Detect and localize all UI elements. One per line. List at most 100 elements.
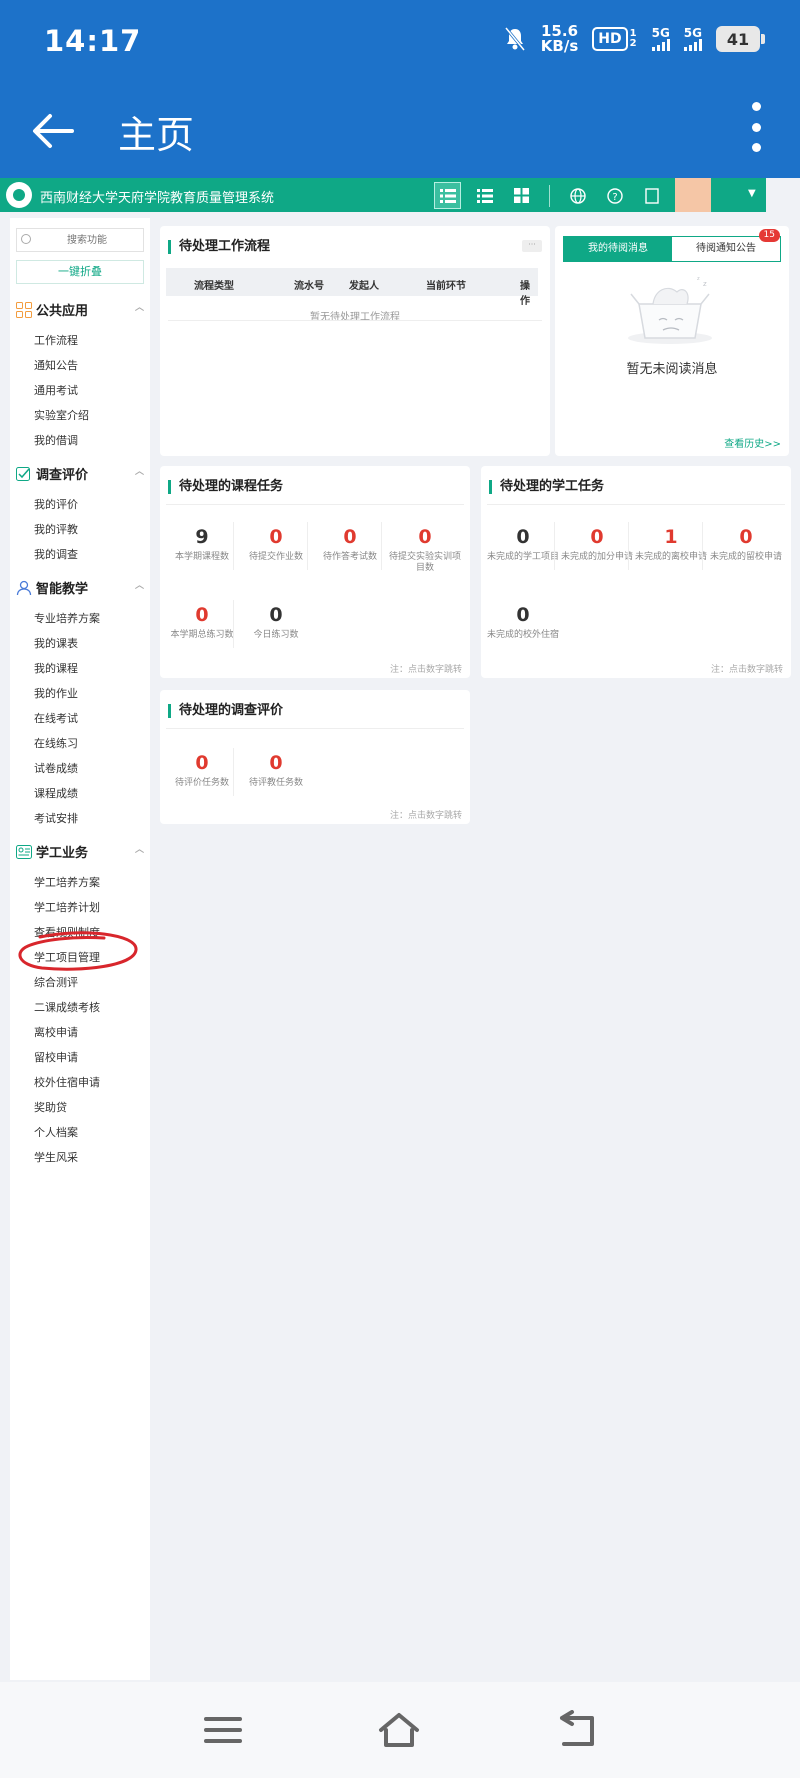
sidebar-item-stay-school[interactable]: 留校申请 xyxy=(34,1049,78,1065)
stat-label: 待评教任务数 xyxy=(248,778,303,788)
stat-value[interactable]: 0 xyxy=(240,526,312,548)
stat-value[interactable]: 0 xyxy=(240,752,312,774)
grid-view-icon[interactable] xyxy=(508,182,535,209)
sidebar-item-student-showcase[interactable]: 学生风采 xyxy=(34,1149,78,1165)
stat-semester-practice[interactable]: 0 本学期总练习数 xyxy=(166,604,238,641)
sidebar-item-sa-training-schedule[interactable]: 学工培养计划 xyxy=(34,899,100,915)
stat-label: 本学期课程数 xyxy=(174,552,229,562)
chevron-up-icon: ︿ xyxy=(134,467,144,477)
stat-separator xyxy=(702,522,703,570)
stat-value[interactable]: 0 xyxy=(240,604,312,626)
stat-value[interactable]: 0 xyxy=(166,604,238,626)
sidebar-group-smart-teaching[interactable]: 智能教学 ︿ xyxy=(16,578,150,597)
search-icon xyxy=(21,234,31,244)
document-icon[interactable] xyxy=(638,182,665,209)
stat-value[interactable]: 0 xyxy=(166,752,238,774)
sidebar-item-my-survey[interactable]: 我的调查 xyxy=(34,546,78,562)
stat-value[interactable]: 0 xyxy=(487,604,559,626)
stat-pending-lab-projects[interactable]: 0 待提交实验实训项目数 xyxy=(389,526,461,574)
sidebar-group-student-affairs[interactable]: 学工业务 ︿ xyxy=(16,842,150,861)
stat-value[interactable]: 0 xyxy=(710,526,782,548)
sidebar-item-major-plan[interactable]: 专业培养方案 xyxy=(34,610,100,626)
sidebar-item-workflow[interactable]: 工作流程 xyxy=(34,332,78,348)
sidebar-item-my-teaching-eval[interactable]: 我的评教 xyxy=(34,521,78,537)
stat-unfinished-projects[interactable]: 0 未完成的学工项目 xyxy=(487,526,559,563)
system-title: 西南财经大学天府学院教育质量管理系统 xyxy=(40,191,275,206)
tab-my-messages[interactable]: 我的待阅消息 xyxy=(564,237,672,261)
stat-value[interactable]: 9 xyxy=(166,526,238,548)
sidebar-item-general-exam[interactable]: 通用考试 xyxy=(34,382,78,398)
signal-sim2-icon: 5G xyxy=(683,27,702,51)
menu-icon[interactable] xyxy=(202,1710,244,1750)
sidebar-item-notices[interactable]: 通知公告 xyxy=(34,357,78,373)
more-menu-icon[interactable] xyxy=(748,102,764,152)
stat-pending-teaching-evals[interactable]: 0 待评教任务数 xyxy=(240,752,312,789)
stat-unfinished-leave[interactable]: 1 未完成的离校申请 xyxy=(635,526,707,563)
stat-unfinished-bonus[interactable]: 0 未完成的加分申请 xyxy=(561,526,633,563)
course-tasks-card: 待处理的课程任务 9 本学期课程数 0 待提交作业数 0 待作答考试数 0 待提… xyxy=(160,466,470,678)
chevron-up-icon: ︿ xyxy=(134,845,144,855)
status-bar: 14:17 15.6 KB/s HD 1 2 5G 5G 41 xyxy=(0,0,800,88)
sidebar-item-my-timetable[interactable]: 我的课表 xyxy=(34,635,78,651)
sidebar-item-second-class-scores[interactable]: 二课成绩考核 xyxy=(34,999,100,1015)
tab-notices[interactable]: 待阅通知公告 15 xyxy=(672,229,780,261)
stat-value[interactable]: 0 xyxy=(314,526,386,548)
avatar[interactable] xyxy=(675,178,711,212)
chevron-down-icon[interactable]: ▼ xyxy=(748,188,756,199)
sidebar-item-my-evaluation[interactable]: 我的评价 xyxy=(34,496,78,512)
stat-value[interactable]: 1 xyxy=(635,526,707,548)
stat-value[interactable]: 0 xyxy=(561,526,633,548)
stat-unfinished-housing[interactable]: 0 未完成的校外住宿 xyxy=(487,604,559,641)
help-icon[interactable]: ? xyxy=(601,182,628,209)
apps-grid-icon xyxy=(16,301,32,318)
more-options-button[interactable]: ··· xyxy=(522,240,542,252)
globe-icon[interactable] xyxy=(564,182,591,209)
stat-semester-courses[interactable]: 9 本学期课程数 xyxy=(166,526,238,563)
stat-value[interactable]: 0 xyxy=(487,526,559,548)
sidebar-group-public-apps[interactable]: 公共应用 ︿ xyxy=(16,300,150,319)
unread-badge: 15 xyxy=(758,229,780,242)
back-arrow-icon[interactable] xyxy=(28,106,78,156)
sidebar-item-financial-aid[interactable]: 奖助贷 xyxy=(34,1099,67,1115)
list-view-icon[interactable] xyxy=(434,182,461,209)
sidebar-item-online-practice[interactable]: 在线练习 xyxy=(34,735,78,751)
sidebar-item-online-exam[interactable]: 在线考试 xyxy=(34,710,78,726)
click-hint-note: 注：点击数字跳转 xyxy=(389,665,462,675)
sidebar-item-offcampus-housing[interactable]: 校外住宿申请 xyxy=(34,1074,100,1090)
stat-pending-exams[interactable]: 0 待作答考试数 xyxy=(314,526,386,563)
collapse-all-button[interactable]: 一键折叠 xyxy=(16,260,144,284)
message-tabs: 我的待阅消息 待阅通知公告 15 xyxy=(563,229,781,262)
view-history-link[interactable]: 查看历史>> xyxy=(724,435,781,450)
sidebar-group-title: 公共应用 xyxy=(36,304,89,319)
signal-sim1-icon: 5G xyxy=(651,27,670,51)
tab-notices-label: 待阅通知公告 xyxy=(696,243,756,254)
sidebar-item-lab-intro[interactable]: 实验室介绍 xyxy=(34,407,89,423)
stat-unfinished-stay[interactable]: 0 未完成的留校申请 xyxy=(710,526,782,563)
sidebar-item-course-scores[interactable]: 课程成绩 xyxy=(34,785,78,801)
svg-text:z: z xyxy=(703,280,707,288)
sidebar-item-personal-profile[interactable]: 个人档案 xyxy=(34,1124,78,1140)
stat-label: 未完成的离校申请 xyxy=(635,552,708,562)
stat-pending-evaluations[interactable]: 0 待评价任务数 xyxy=(166,752,238,789)
detail-list-icon[interactable] xyxy=(471,182,498,209)
sidebar-group-survey[interactable]: 调查评价 ︿ xyxy=(16,464,150,483)
search-input[interactable] xyxy=(37,231,137,249)
mute-bell-icon xyxy=(504,27,525,51)
stat-pending-homework[interactable]: 0 待提交作业数 xyxy=(240,526,312,563)
back-icon[interactable] xyxy=(556,1710,598,1750)
sidebar-item-paper-scores[interactable]: 试卷成绩 xyxy=(34,760,78,776)
web-header: 西南财经大学天府学院教育质量管理系统 ? ▼ xyxy=(0,178,766,212)
stat-label: 未完成的校外住宿 xyxy=(487,630,560,640)
sidebar-item-my-transfer[interactable]: 我的借调 xyxy=(34,432,78,448)
sidebar-item-my-homework[interactable]: 我的作业 xyxy=(34,685,78,701)
stat-today-practice[interactable]: 0 今日练习数 xyxy=(240,604,312,641)
hd-voice-icon: HD xyxy=(592,27,628,51)
stat-value[interactable]: 0 xyxy=(389,526,461,548)
sidebar-item-exam-schedule[interactable]: 考试安排 xyxy=(34,810,78,826)
home-icon[interactable] xyxy=(378,1710,420,1750)
sidebar-item-sa-training-plan[interactable]: 学工培养方案 xyxy=(34,874,100,890)
sidebar-item-my-courses[interactable]: 我的课程 xyxy=(34,660,78,676)
sidebar-item-leave-school[interactable]: 离校申请 xyxy=(34,1024,78,1040)
sidebar-item-comprehensive-eval[interactable]: 综合测评 xyxy=(34,974,78,990)
col-actions: 操作 xyxy=(520,281,530,307)
